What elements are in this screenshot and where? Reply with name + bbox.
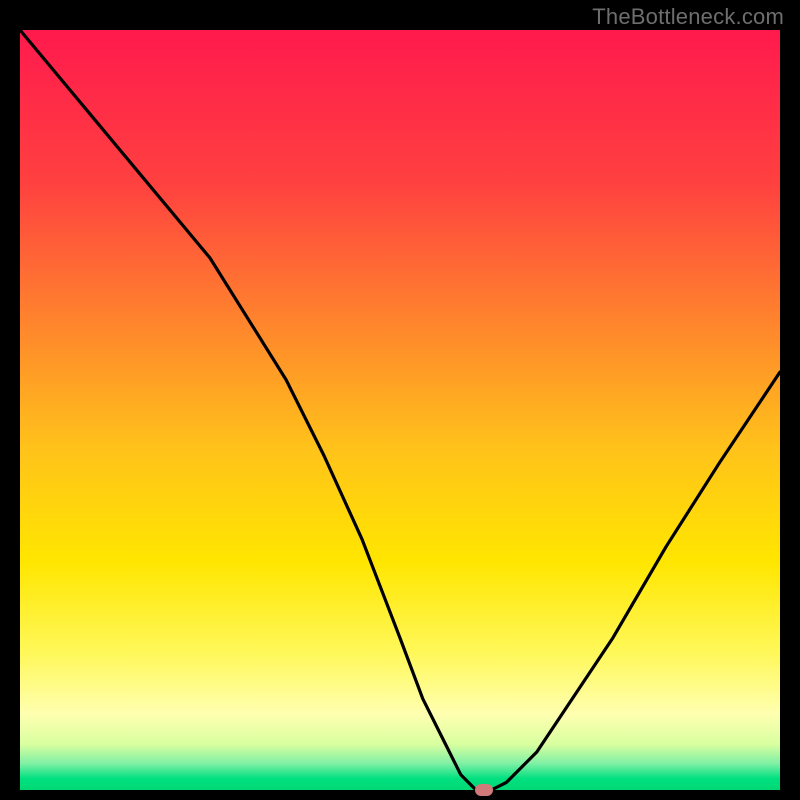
chart-frame: TheBottleneck.com xyxy=(0,0,800,800)
bottleneck-curve xyxy=(20,30,780,790)
plot-area xyxy=(20,30,780,790)
optimal-point-marker xyxy=(475,784,493,796)
watermark-text: TheBottleneck.com xyxy=(592,4,784,30)
